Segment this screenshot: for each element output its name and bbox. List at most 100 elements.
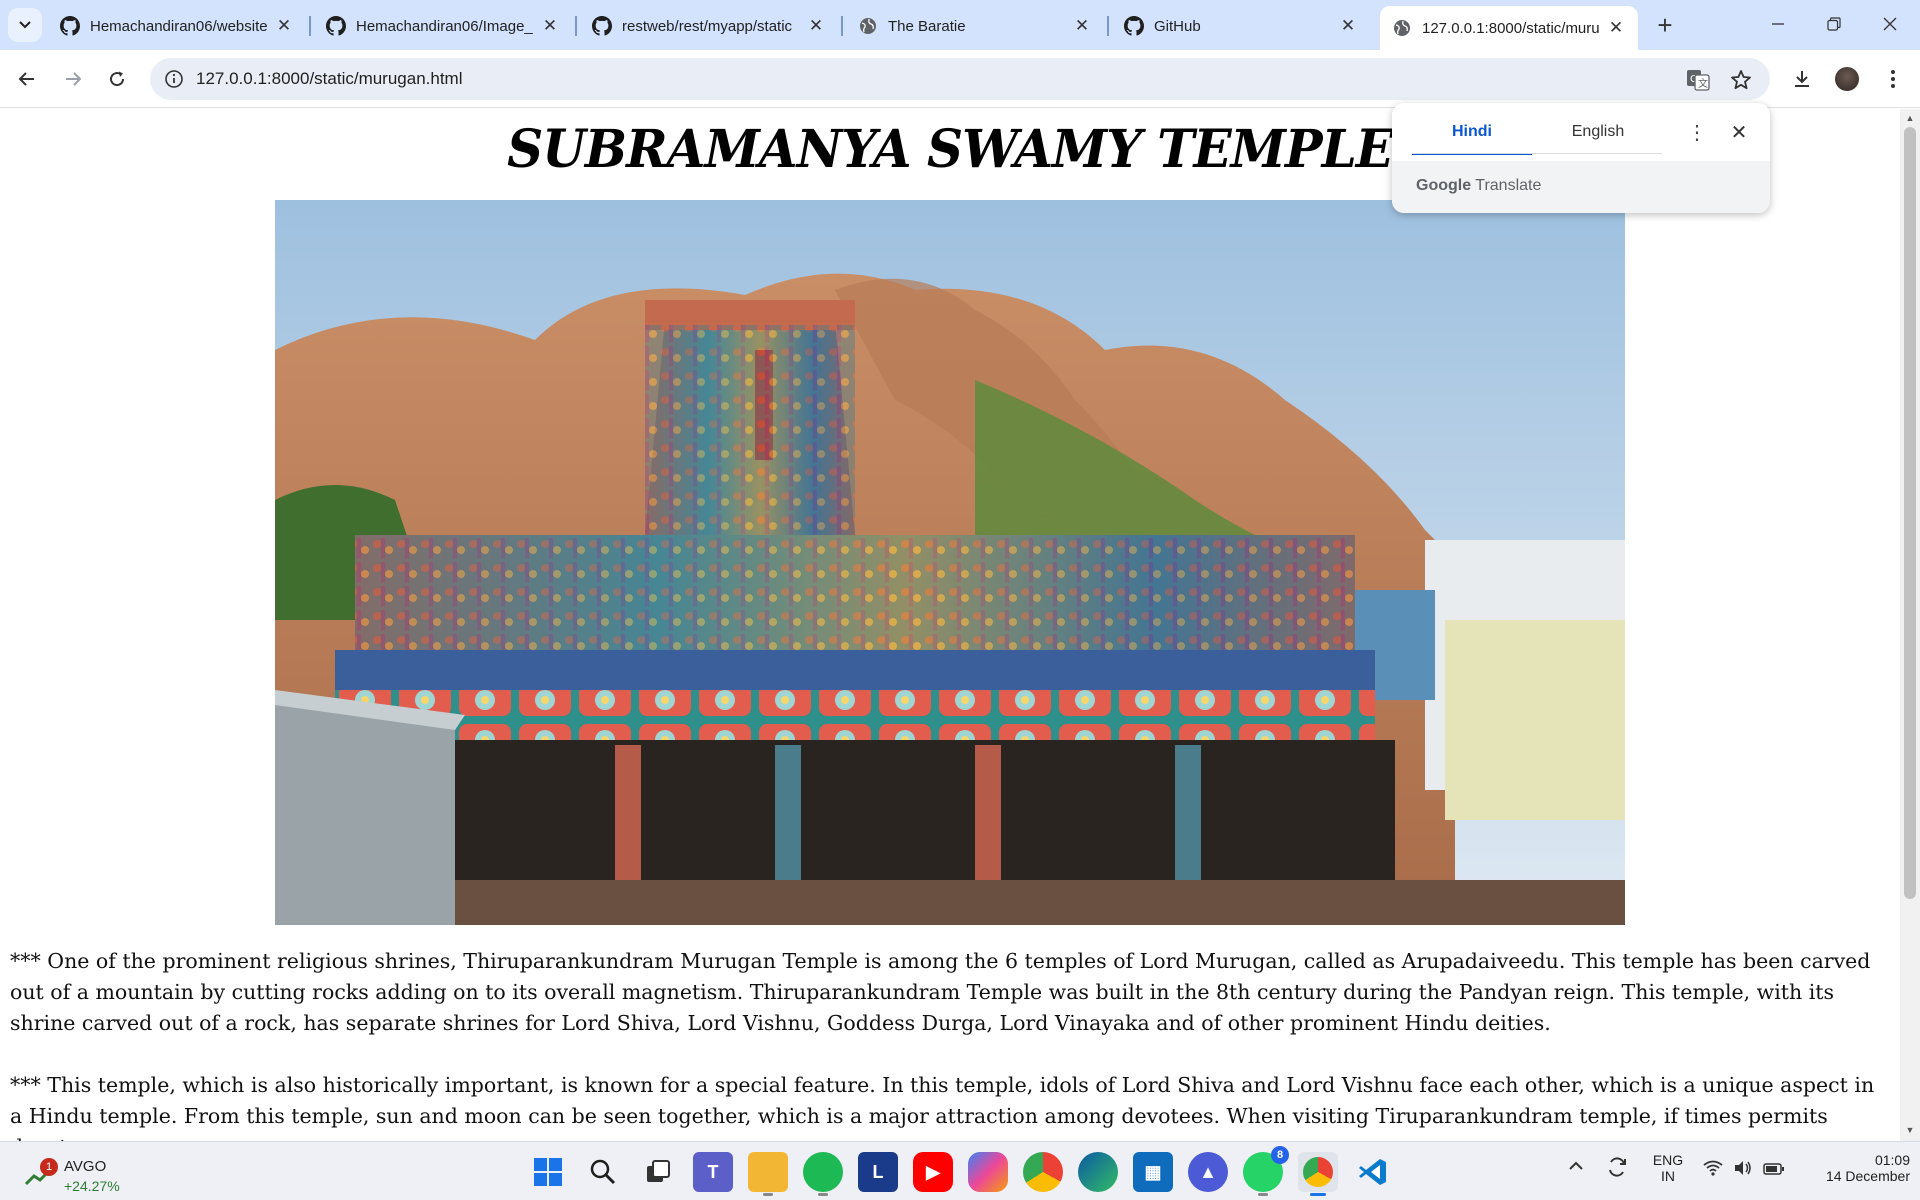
paragraph: *** One of the prominent religious shrin… — [10, 949, 1871, 1035]
restore-button[interactable] — [1814, 8, 1854, 40]
translate-tab-english[interactable]: English — [1538, 117, 1658, 155]
volume-icon[interactable] — [1733, 1160, 1753, 1179]
scrollbar-thumb[interactable] — [1904, 127, 1916, 899]
restore-icon — [1827, 17, 1841, 31]
translate-tab-hindi[interactable]: Hindi — [1412, 117, 1532, 155]
chrome-profile-icon[interactable] — [1298, 1152, 1338, 1196]
search-icon[interactable] — [583, 1152, 623, 1192]
tab-separator — [841, 16, 843, 36]
globe-icon — [1392, 18, 1412, 38]
l-app-icon[interactable]: L — [858, 1152, 898, 1192]
reload-icon — [110, 71, 125, 87]
google-translate-branding: Google Translate — [1392, 161, 1770, 213]
sync-icon[interactable] — [1606, 1156, 1628, 1181]
globe-icon — [858, 16, 878, 36]
new-tab-button[interactable]: + — [1650, 10, 1680, 40]
spotify-icon[interactable] — [803, 1152, 843, 1196]
wifi-icon[interactable] — [1703, 1160, 1723, 1179]
reload-button[interactable] — [100, 62, 134, 96]
page-viewport: SUBRAMANYA SWAMY TEMPLE *** One of the p… — [0, 109, 1900, 1141]
github-icon — [60, 16, 80, 36]
tab-divider — [1412, 153, 1662, 154]
translate-label: Translate — [1475, 177, 1542, 194]
close-icon — [1883, 17, 1897, 31]
tab-title: Hemachandiran06/Image_ — [356, 17, 533, 35]
minimize-button[interactable] — [1758, 8, 1798, 40]
url-text: 127.0.0.1:8000/static/murugan.html — [196, 69, 463, 88]
proton-icon[interactable]: ▲ — [1188, 1152, 1228, 1192]
close-icon[interactable]: ✕ — [806, 16, 826, 36]
close-icon[interactable]: ✕ — [274, 16, 294, 36]
site-info-icon[interactable] — [164, 69, 184, 89]
notification-badge: 1 — [40, 1158, 58, 1176]
chrome-icon[interactable] — [1023, 1152, 1063, 1192]
google-logo-text: Google — [1416, 177, 1472, 194]
region-code: IN — [1661, 1168, 1675, 1184]
close-icon[interactable]: ✕ — [1606, 18, 1626, 38]
teams-icon[interactable]: T — [693, 1152, 733, 1192]
whatsapp-icon[interactable]: 8 — [1243, 1146, 1289, 1196]
tab-title: restweb/rest/myapp/static — [622, 17, 793, 35]
tab-separator — [575, 16, 577, 36]
close-icon[interactable]: ✕ — [1724, 117, 1754, 147]
battery-icon[interactable] — [1763, 1162, 1785, 1178]
github-icon — [326, 16, 346, 36]
browser-toolbar: 127.0.0.1:8000/static/murugan.html G文 — [0, 50, 1920, 108]
vscode-icon[interactable] — [1353, 1152, 1393, 1192]
tab-search-button[interactable] — [8, 8, 42, 42]
date: 14 December — [1825, 1168, 1910, 1184]
translate-popup: Hindi English ⋮ ✕ Google Translate — [1392, 103, 1770, 213]
more-options-icon[interactable]: ⋮ — [1682, 117, 1712, 147]
show-hidden-icons-chevron-icon[interactable] — [1568, 1158, 1584, 1177]
stock-widget[interactable]: 1 AVGO +24.27% — [24, 1150, 144, 1194]
arrow-left-icon — [18, 72, 34, 86]
chevron-down-icon — [19, 21, 31, 29]
temple-image — [275, 200, 1625, 925]
stock-symbol: AVGO — [64, 1158, 107, 1175]
tab-title: GitHub — [1154, 17, 1201, 35]
paragraph: *** This temple, which is also historica… — [10, 1073, 1875, 1141]
scroll-up-icon[interactable]: ▲ — [1904, 113, 1916, 125]
task-view-icon[interactable] — [638, 1152, 678, 1192]
close-window-button[interactable] — [1870, 8, 1910, 40]
windows-start-icon[interactable] — [528, 1152, 568, 1192]
back-button[interactable] — [10, 62, 44, 96]
bookmark-star-icon[interactable] — [1728, 67, 1754, 93]
browser-tab[interactable]: Hemachandiran06/Image_ ✕ — [314, 6, 572, 46]
menu-kebab-icon[interactable] — [1876, 62, 1910, 96]
youtube-icon[interactable]: ▶ — [913, 1152, 953, 1192]
browser-tab[interactable]: Hemachandiran06/website ✕ — [48, 6, 306, 46]
copilot-icon[interactable] — [968, 1152, 1008, 1192]
address-bar[interactable]: 127.0.0.1:8000/static/murugan.html G文 — [150, 58, 1770, 100]
windows-taskbar: 1 AVGO +24.27% T L ▶ ▦ ▲ 8 ENG IN 01:09 … — [0, 1141, 1920, 1200]
store-icon[interactable]: ▦ — [1133, 1152, 1173, 1192]
translate-icon[interactable]: G文 — [1685, 67, 1711, 93]
clock[interactable]: 01:09 14 December — [1800, 1152, 1910, 1184]
browser-tab[interactable]: The Baratie ✕ — [846, 6, 1104, 46]
profile-avatar[interactable] — [1830, 62, 1864, 96]
browser-tab[interactable]: GitHub ✕ — [1112, 6, 1370, 46]
tab-separator — [309, 16, 311, 36]
github-icon — [1124, 16, 1144, 36]
language-indicator[interactable]: ENG IN — [1648, 1152, 1688, 1184]
downloads-icon[interactable] — [1785, 62, 1819, 96]
close-icon[interactable]: ✕ — [540, 16, 560, 36]
time: 01:09 — [1874, 1152, 1910, 1168]
tab-separator — [1107, 16, 1109, 36]
minimize-icon — [1772, 23, 1784, 25]
browser-tab[interactable]: restweb/rest/myapp/static ✕ — [580, 6, 838, 46]
close-icon[interactable]: ✕ — [1072, 16, 1092, 36]
close-icon[interactable]: ✕ — [1338, 16, 1358, 36]
file-explorer-icon[interactable] — [748, 1152, 788, 1196]
browser-tab-active[interactable]: 127.0.0.1:8000/static/muru ✕ — [1380, 6, 1638, 50]
svg-text:文: 文 — [1698, 77, 1708, 90]
edge-icon[interactable] — [1078, 1152, 1118, 1192]
tab-title: The Baratie — [888, 17, 966, 35]
scroll-down-icon[interactable]: ▼ — [1904, 1125, 1916, 1137]
page-scrollbar[interactable]: ▲ ▼ — [1900, 109, 1920, 1141]
forward-button[interactable] — [56, 62, 90, 96]
github-icon — [592, 16, 612, 36]
avatar — [1835, 67, 1859, 91]
translate-language-tabs: Hindi English — [1412, 117, 1668, 155]
tab-strip: Hemachandiran06/website ✕ Hemachandiran0… — [0, 0, 1920, 50]
